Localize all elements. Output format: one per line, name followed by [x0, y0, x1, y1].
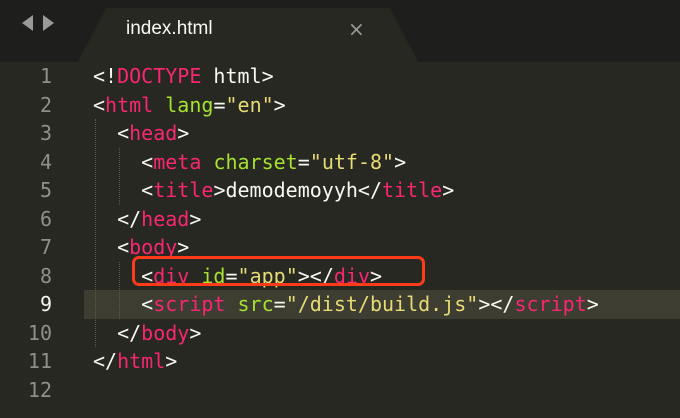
- code-token: >: [177, 121, 190, 145]
- code-token: </: [93, 320, 142, 345]
- code-line[interactable]: <script src="/dist/build.js"></script>: [93, 290, 599, 319]
- nav-arrows: [22, 15, 54, 31]
- code-token: =: [273, 292, 286, 316]
- code-token: >: [442, 178, 455, 202]
- tab-title[interactable]: index.html: [126, 18, 213, 40]
- code-token: <: [93, 149, 154, 174]
- line-number: 3: [39, 121, 52, 145]
- editor-window: index.html × 1 2 3 4 5 6 7 8 9 10 11 12 <!DOCTYPE h…: [0, 0, 680, 418]
- code-token: ></: [478, 292, 515, 316]
- code-line[interactable]: </body>: [93, 319, 201, 348]
- code-token: =: [297, 149, 310, 174]
- code-token: >: [189, 320, 202, 345]
- forward-arrow-icon[interactable]: [43, 15, 54, 31]
- close-icon[interactable]: ×: [348, 17, 365, 41]
- line-number: 7: [39, 235, 52, 259]
- tab-bar: index.html ×: [0, 0, 680, 62]
- code-token: >: [165, 349, 178, 373]
- code-token: >: [394, 149, 407, 174]
- code-line[interactable]: </html>: [93, 347, 177, 376]
- line-number: 2: [39, 92, 52, 117]
- code-line[interactable]: <!DOCTYPE html>: [93, 62, 274, 91]
- code-token: "/dist/build.js": [285, 292, 479, 316]
- line-number: 1: [39, 64, 52, 88]
- code-token: <: [93, 121, 130, 145]
- line-number: 6: [39, 206, 52, 231]
- code-token: html: [117, 349, 166, 373]
- code-token: lang: [165, 92, 214, 117]
- code-token: >: [586, 292, 599, 316]
- code-token: <!: [93, 64, 118, 88]
- code-token: title: [153, 178, 214, 202]
- code-token: meta: [153, 149, 202, 174]
- code-line[interactable]: <title>demodemoyyh</title>: [93, 176, 454, 205]
- code-token: <: [93, 92, 106, 117]
- code-token: body: [141, 320, 190, 345]
- code-token: html: [105, 92, 154, 117]
- line-number: 9: [39, 292, 52, 316]
- code-token: script: [153, 292, 226, 316]
- code-token: >demodemoyyh</: [213, 178, 383, 202]
- code-token: charset: [213, 149, 298, 174]
- line-number: 8: [39, 263, 52, 288]
- code-token: "utf-8": [309, 149, 395, 174]
- code-token: "en": [225, 92, 274, 117]
- code-token: title: [382, 178, 443, 202]
- back-arrow-icon[interactable]: [22, 15, 33, 31]
- line-number: 11: [27, 349, 52, 373]
- line-number: 4: [39, 149, 52, 174]
- code-token: script: [514, 292, 587, 316]
- code-token: </: [93, 349, 118, 373]
- code-line[interactable]: <head>: [93, 119, 189, 148]
- code-token: src: [237, 292, 274, 316]
- code-token: >: [189, 206, 202, 231]
- code-token: <: [93, 292, 154, 316]
- annotation-highlight-box: [132, 256, 425, 286]
- code-token: =: [213, 92, 226, 117]
- code-line[interactable]: <meta charset="utf-8">: [93, 148, 406, 177]
- code-token: <: [93, 178, 154, 202]
- line-number: 5: [39, 178, 52, 202]
- code-line[interactable]: </head>: [93, 205, 201, 234]
- code-token: html>: [201, 64, 274, 88]
- code-line[interactable]: <html lang="en">: [93, 91, 286, 120]
- code-token: head: [129, 121, 178, 145]
- line-number: 10: [27, 320, 52, 345]
- line-number-gutter: 1 2 3 4 5 6 7 8 9 10 11 12: [0, 62, 84, 418]
- code-token: head: [141, 206, 190, 231]
- code-token: </: [93, 206, 142, 231]
- code-token: <: [93, 235, 130, 259]
- code-token: DOCTYPE: [117, 64, 202, 88]
- line-number: 12: [27, 377, 52, 402]
- code-token: >: [273, 92, 286, 117]
